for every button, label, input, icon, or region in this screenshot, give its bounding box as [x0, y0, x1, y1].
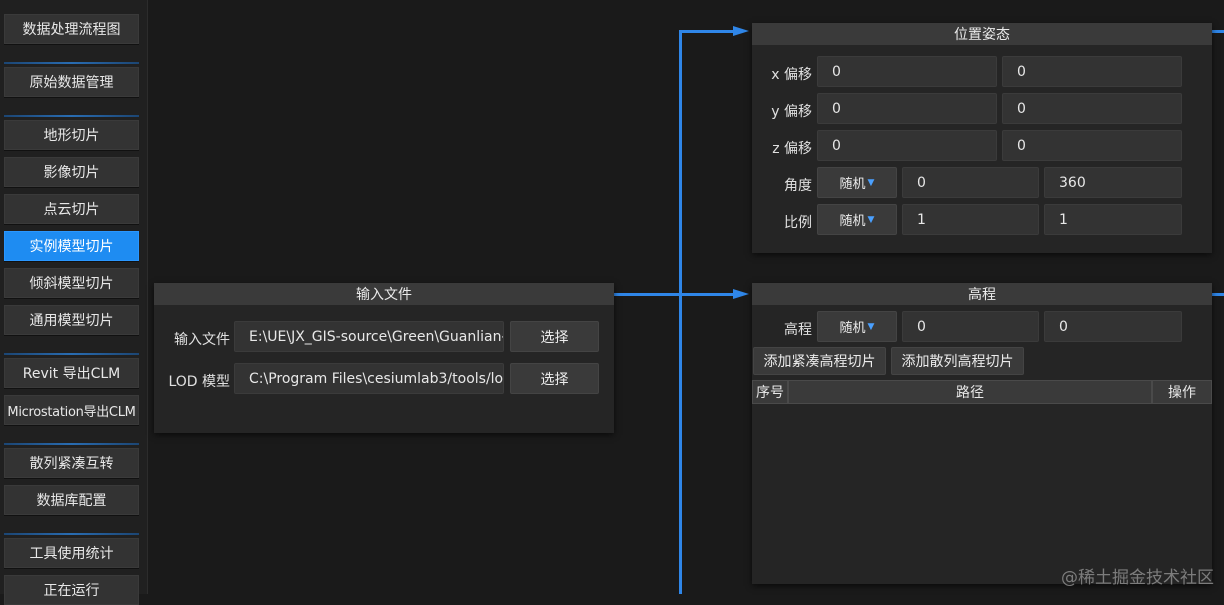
panel-title: 高程 — [752, 283, 1212, 305]
flow-line — [679, 30, 735, 33]
scale-mode-dropdown[interactable]: 随机 ▼ — [817, 204, 897, 235]
sidebar-item-oblique-model[interactable]: 倾斜模型切片 — [4, 268, 139, 298]
scale-mode-value: 随机 — [839, 214, 866, 229]
caret-down-icon: ▼ — [867, 214, 875, 225]
flow-line — [614, 293, 680, 296]
scale-max-field[interactable]: 1 — [1044, 204, 1182, 235]
flow-line — [1212, 30, 1224, 33]
angle-max-field[interactable]: 360 — [1044, 167, 1182, 198]
panel-title: 位置姿态 — [752, 23, 1212, 45]
elevation-mode-value: 随机 — [839, 321, 866, 336]
sidebar-divider — [4, 62, 139, 64]
lod-model-label: LOD 模型 — [168, 374, 230, 390]
z-offset-label: z 偏移 — [772, 141, 812, 157]
sidebar-item-revit-export[interactable]: Revit 导出CLM — [4, 358, 139, 388]
elevation-label: 高程 — [784, 322, 812, 338]
lod-model-select-button[interactable]: 选择 — [510, 363, 599, 394]
y-offset-field-1[interactable]: 0 — [817, 93, 997, 124]
add-compact-elevation-button[interactable]: 添加紧凑高程切片 — [753, 347, 886, 375]
flow-line — [1212, 293, 1224, 296]
sidebar-item-flowchart[interactable]: 数据处理流程图 — [4, 14, 139, 44]
y-offset-label: y 偏移 — [771, 104, 812, 120]
sidebar-item-database-config[interactable]: 数据库配置 — [4, 485, 139, 515]
sidebar-item-usage-stats[interactable]: 工具使用统计 — [4, 538, 139, 568]
z-offset-field-2[interactable]: 0 — [1002, 130, 1182, 161]
scale-min-field[interactable]: 1 — [902, 204, 1039, 235]
x-offset-field-1[interactable]: 0 — [817, 56, 997, 87]
table-header-action: 操作 — [1152, 380, 1212, 404]
x-offset-field-2[interactable]: 0 — [1002, 56, 1182, 87]
flow-arrow-icon — [733, 289, 749, 299]
sidebar-divider — [4, 533, 139, 535]
sidebar-item-hash-compact[interactable]: 散列紧凑互转 — [4, 448, 139, 478]
input-file-path-field[interactable]: E:\UE\JX_GIS-source\Green\Guanlian-fo — [234, 321, 504, 352]
elevation-min-field[interactable]: 0 — [902, 311, 1039, 342]
sidebar-item-raw-data[interactable]: 原始数据管理 — [4, 67, 139, 97]
input-file-select-button[interactable]: 选择 — [510, 321, 599, 352]
sidebar-item-running[interactable]: 正在运行 — [4, 575, 139, 605]
flow-line — [679, 293, 735, 296]
watermark: @稀土掘金技术社区 — [1061, 568, 1214, 588]
table-header-index: 序号 — [752, 380, 788, 404]
angle-mode-value: 随机 — [839, 177, 866, 192]
sidebar-item-instance-model[interactable]: 实例模型切片 — [4, 231, 139, 261]
caret-down-icon: ▼ — [867, 321, 875, 332]
sidebar-item-pointcloud[interactable]: 点云切片 — [4, 194, 139, 224]
add-hash-elevation-button[interactable]: 添加散列高程切片 — [891, 347, 1024, 375]
flow-line — [679, 30, 682, 594]
angle-label: 角度 — [784, 178, 812, 194]
angle-min-field[interactable]: 0 — [902, 167, 1039, 198]
sidebar-divider — [4, 115, 139, 117]
panel-title: 输入文件 — [154, 283, 614, 305]
angle-mode-dropdown[interactable]: 随机 ▼ — [817, 167, 897, 198]
x-offset-label: x 偏移 — [771, 67, 812, 83]
sidebar-item-imagery[interactable]: 影像切片 — [4, 157, 139, 187]
elevation-max-field[interactable]: 0 — [1044, 311, 1182, 342]
sidebar-divider — [4, 353, 139, 355]
sidebar-item-general-model[interactable]: 通用模型切片 — [4, 305, 139, 335]
sidebar-item-terrain[interactable]: 地形切片 — [4, 120, 139, 150]
caret-down-icon: ▼ — [867, 177, 875, 188]
lod-model-path-field[interactable]: C:\Program Files\cesiumlab3/tools/lodmo — [234, 363, 504, 394]
sidebar: 数据处理流程图 原始数据管理 地形切片 影像切片 点云切片 实例模型切片 倾斜模… — [0, 0, 148, 605]
flow-arrow-icon — [733, 26, 749, 36]
input-file-panel: 输入文件 — [154, 283, 614, 433]
z-offset-field-1[interactable]: 0 — [817, 130, 997, 161]
sidebar-divider — [4, 443, 139, 445]
input-file-label: 输入文件 — [174, 332, 230, 348]
sidebar-item-microstation-export[interactable]: Microstation导出CLM — [4, 395, 139, 425]
table-header-path: 路径 — [788, 380, 1152, 404]
elevation-mode-dropdown[interactable]: 随机 ▼ — [817, 311, 897, 342]
scale-label: 比例 — [784, 215, 812, 231]
y-offset-field-2[interactable]: 0 — [1002, 93, 1182, 124]
